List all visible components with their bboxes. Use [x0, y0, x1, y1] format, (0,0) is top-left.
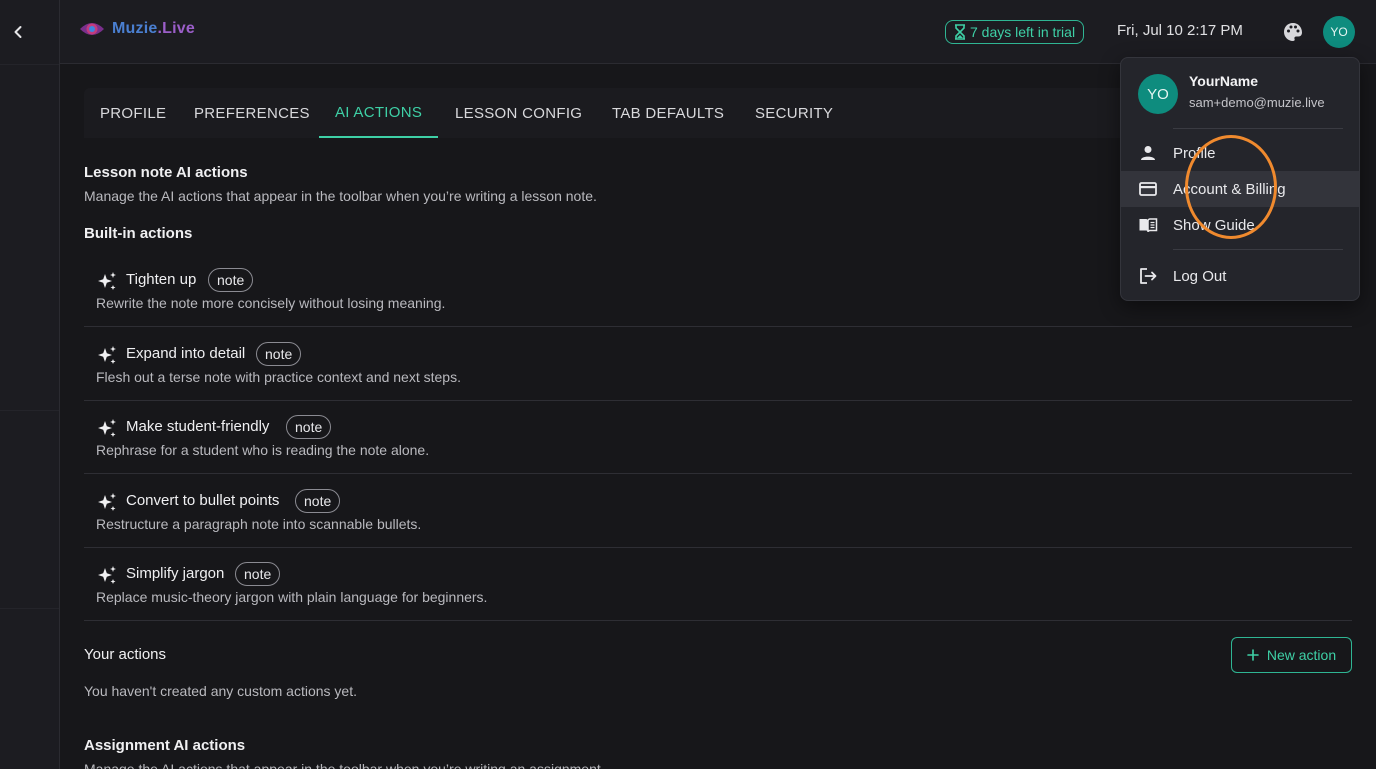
tab-tab-defaults[interactable]: TAB DEFAULTS: [596, 88, 740, 138]
action-name: Simplify jargon: [126, 565, 225, 582]
action-tag: note: [286, 415, 332, 439]
tab-security[interactable]: SECURITY: [739, 88, 849, 138]
top-header: Muzie.Live 7 days left in trial Fri, Jul…: [60, 0, 1376, 64]
action-row[interactable]: Make student-friendly note Rephrase for …: [84, 401, 1352, 474]
sparkle-icon: [98, 346, 116, 364]
user-dropdown-menu: YO YourName sam+demo@muzie.live Profile …: [1120, 57, 1360, 301]
left-rail: [0, 0, 60, 769]
your-actions-title: Your actions: [84, 646, 167, 663]
lesson-note-title: Lesson note AI actions: [84, 164, 248, 181]
eye-logo-icon: [80, 23, 104, 35]
theme-button[interactable]: [1282, 21, 1304, 43]
sparkle-icon: [98, 419, 116, 437]
action-name: Tighten up: [126, 271, 197, 288]
new-action-label: New action: [1266, 647, 1337, 663]
palette-icon: [1284, 23, 1302, 41]
menu-user-name: YourName: [1189, 73, 1258, 89]
menu-item-label: Show Guide: [1173, 216, 1255, 234]
sparkle-icon: [98, 272, 116, 290]
action-tag: note: [256, 342, 302, 366]
app-logo[interactable]: Muzie.Live: [78, 19, 195, 39]
builtin-actions-title: Built-in actions: [84, 225, 193, 242]
new-action-button[interactable]: New action: [1231, 637, 1352, 673]
tab-profile[interactable]: PROFILE: [84, 88, 182, 138]
action-description: Rephrase for a student who is reading th…: [96, 442, 430, 458]
rail-divider: [0, 64, 59, 65]
menu-item-label: Profile: [1173, 144, 1216, 162]
tab-lesson-config[interactable]: LESSON CONFIG: [439, 88, 598, 138]
action-description: Restructure a paragraph note into scanna…: [96, 516, 422, 532]
plus-icon: [1247, 649, 1259, 661]
assignment-description: Manage the AI actions that appear in the…: [84, 761, 605, 769]
action-description: Replace music-theory jargon with plain l…: [96, 589, 488, 605]
menu-item-log-out[interactable]: Log Out: [1121, 258, 1359, 294]
menu-user-email: sam+demo@muzie.live: [1189, 95, 1325, 110]
menu-item-profile[interactable]: Profile: [1121, 135, 1359, 171]
user-avatar-button[interactable]: YO: [1323, 16, 1355, 48]
action-row[interactable]: Simplify jargon note Replace music-theor…: [84, 548, 1352, 621]
action-description: Flesh out a terse note with practice con…: [96, 369, 461, 385]
book-icon: [1139, 218, 1158, 233]
action-name: Convert to bullet points: [126, 492, 280, 509]
tab-preferences[interactable]: PREFERENCES: [178, 88, 326, 138]
action-tag: note: [235, 562, 281, 586]
menu-item-label: Log Out: [1173, 267, 1227, 285]
logo-text: Muzie.Live: [112, 20, 195, 37]
menu-avatar: YO: [1138, 74, 1178, 114]
empty-actions-text: You haven't created any custom actions y…: [84, 683, 357, 699]
hourglass-icon: [955, 24, 965, 40]
menu-item-account-billing[interactable]: Account & Billing: [1121, 171, 1359, 207]
action-row[interactable]: Expand into detail note Flesh out a ters…: [84, 328, 1352, 401]
action-tag: note: [208, 268, 254, 292]
sparkle-icon: [98, 566, 116, 584]
menu-item-label: Account & Billing: [1173, 180, 1286, 198]
sparkle-icon: [98, 493, 116, 511]
assignment-title: Assignment AI actions: [84, 737, 246, 754]
action-name: Make student-friendly: [126, 418, 270, 435]
menu-divider: [1173, 249, 1343, 250]
person-icon: [1141, 146, 1155, 160]
action-row[interactable]: Convert to bullet points note Restructur…: [84, 475, 1352, 548]
action-description: Rewrite the note more concisely without …: [96, 295, 446, 311]
current-datetime: Fri, Jul 10 2:17 PM: [1117, 22, 1243, 39]
rail-divider: [0, 410, 59, 411]
menu-divider: [1173, 128, 1343, 129]
action-tag: note: [295, 489, 341, 513]
trial-badge[interactable]: 7 days left in trial: [945, 20, 1085, 44]
credit-card-icon: [1139, 182, 1157, 196]
rail-divider: [0, 608, 59, 609]
tab-ai-actions[interactable]: AI ACTIONS: [319, 88, 439, 138]
logout-icon: [1140, 268, 1157, 284]
back-button[interactable]: [6, 20, 30, 44]
menu-item-show-guide[interactable]: Show Guide: [1121, 207, 1359, 243]
trial-label: 7 days left in trial: [970, 24, 1076, 40]
chevron-left-icon: [14, 26, 22, 38]
action-name: Expand into detail: [126, 345, 246, 362]
lesson-note-description: Manage the AI actions that appear in the…: [84, 188, 597, 204]
